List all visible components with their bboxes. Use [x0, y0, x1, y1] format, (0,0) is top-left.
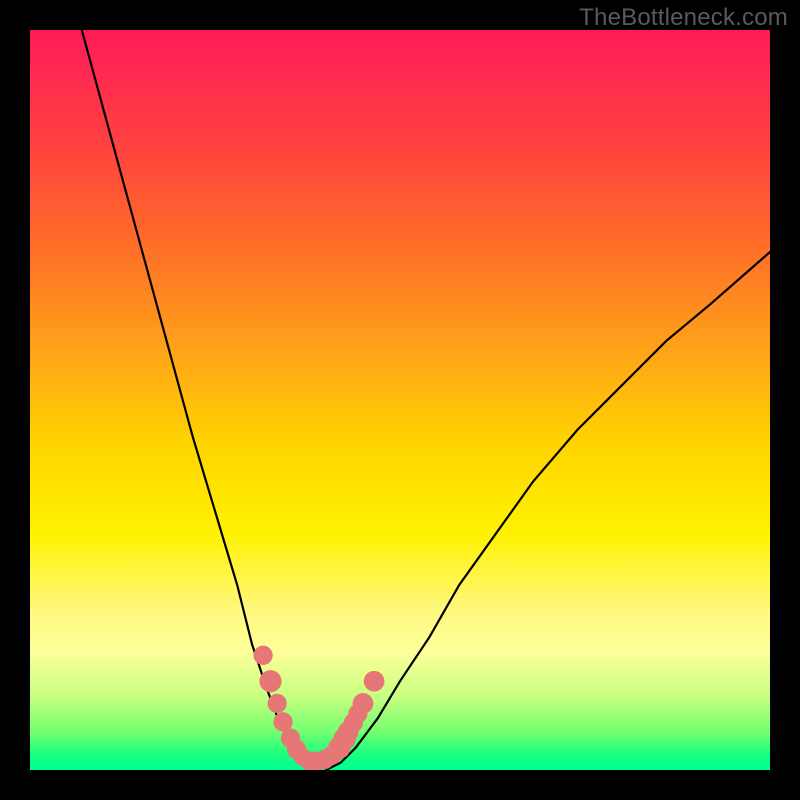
plot-area	[30, 30, 770, 770]
markers-group	[253, 646, 384, 770]
marker-dot	[259, 670, 281, 692]
chart-frame: TheBottleneck.com	[0, 0, 800, 800]
left-curve	[82, 30, 310, 770]
marker-dot	[268, 694, 287, 713]
marker-dot	[253, 646, 272, 665]
marker-dot	[364, 671, 385, 692]
right-curve	[326, 252, 770, 770]
marker-dot	[353, 693, 374, 714]
watermark-text: TheBottleneck.com	[579, 4, 788, 32]
chart-svg	[30, 30, 770, 770]
